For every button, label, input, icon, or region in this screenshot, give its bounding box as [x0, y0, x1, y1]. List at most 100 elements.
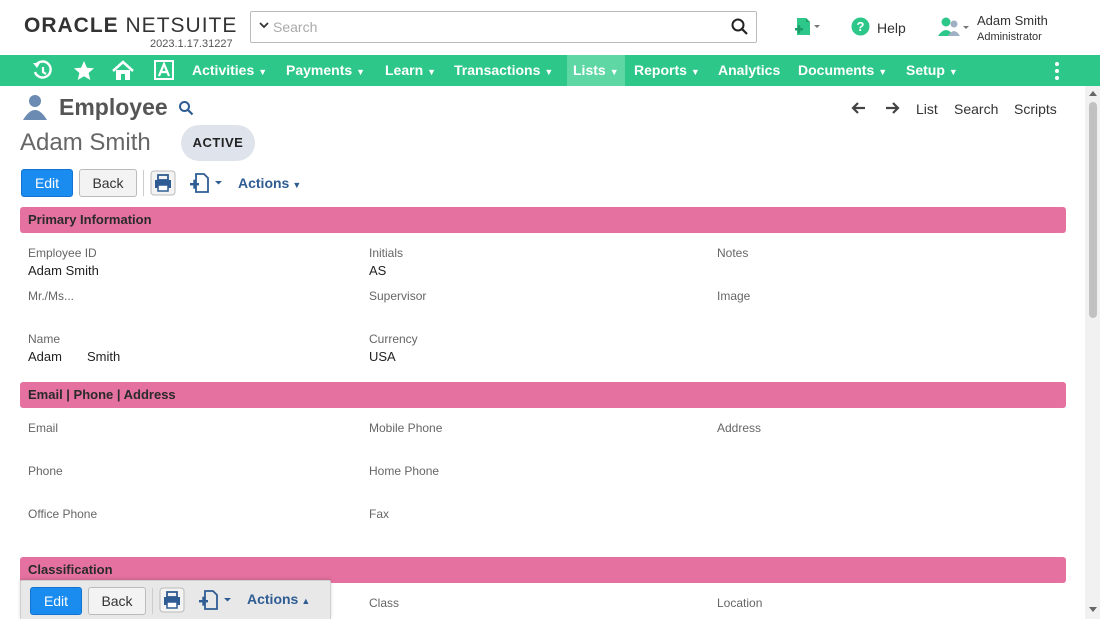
netsuite-employee-page: ORACLE NETSUITE 2023.1.17.31227 Search ?… — [0, 0, 1100, 619]
record-name: Adam Smith — [20, 129, 151, 156]
version-label: 2023.1.17.31227 — [150, 38, 233, 50]
section-primary-information[interactable]: Primary Information — [20, 207, 1066, 233]
office-phone-label: Office Phone — [28, 507, 98, 521]
logo-netsuite-text: NETSUITE — [125, 14, 238, 37]
nav-transactions[interactable]: Transactions ▼ — [454, 55, 553, 86]
nav-payments[interactable]: Payments ▼ — [286, 55, 365, 86]
user-name[interactable]: Adam Smith — [977, 13, 1048, 28]
page-scrollbar[interactable] — [1085, 86, 1100, 619]
scrollbar-thumb[interactable] — [1089, 102, 1097, 318]
currency-label: Currency — [369, 332, 418, 346]
search-input[interactable] — [273, 16, 713, 38]
help-link[interactable]: Help — [877, 20, 906, 36]
chevron-down-icon: ▼ — [258, 67, 268, 77]
floating-new-document-dropdown-icon[interactable] — [198, 589, 234, 616]
help-icon[interactable]: ? — [851, 17, 870, 41]
edit-button[interactable]: Edit — [21, 169, 73, 197]
back-button[interactable]: Back — [79, 169, 137, 197]
nav-reports[interactable]: Reports ▼ — [634, 55, 700, 86]
global-search — [250, 11, 757, 43]
home-icon[interactable] — [111, 59, 135, 83]
top-header: ORACLE NETSUITE 2023.1.17.31227 Search ?… — [0, 0, 1100, 55]
floating-edit-button[interactable]: Edit — [30, 587, 82, 615]
image-label: Image — [717, 289, 751, 303]
more-options-icon[interactable] — [1052, 61, 1062, 81]
nav-setup[interactable]: Setup ▼ — [906, 55, 958, 86]
nav-lists-label: Lists — [573, 62, 606, 78]
nav-activities-label: Activities — [192, 62, 255, 78]
toolbar-divider — [143, 170, 144, 196]
mobile-phone-label: Mobile Phone — [369, 421, 443, 435]
employee-id-label: Employee ID — [28, 246, 97, 260]
phone-label: Phone — [28, 464, 63, 478]
nav-reports-label: Reports — [634, 62, 687, 78]
employee-icon — [22, 94, 48, 125]
user-role[interactable]: Administrator — [977, 31, 1042, 43]
scripts-link[interactable]: Scripts — [1014, 101, 1057, 117]
scroll-up-arrow-icon[interactable] — [1089, 91, 1097, 96]
nav-learn[interactable]: Learn ▼ — [385, 55, 436, 86]
name-label: Name — [28, 332, 61, 346]
print-icon[interactable] — [150, 170, 176, 201]
actions-menu[interactable]: Actions ▼ — [238, 175, 301, 191]
search-scope-chevron-icon[interactable] — [259, 19, 269, 33]
location-label: Location — [717, 596, 763, 610]
employee-id-value: Adam Smith — [28, 263, 99, 278]
scroll-down-arrow-icon[interactable] — [1089, 607, 1097, 612]
floating-actions-label: Actions — [247, 591, 299, 607]
chevron-up-icon: ▲ — [301, 596, 311, 606]
search-icon[interactable] — [178, 100, 194, 121]
nav-learn-label: Learn — [385, 62, 424, 78]
actions-label: Actions — [238, 175, 290, 191]
last-name-value: Smith — [87, 349, 121, 364]
nav-analytics-label: Analytics — [718, 62, 781, 78]
create-new-icon[interactable] — [794, 16, 820, 43]
previous-record-arrow-icon[interactable] — [851, 100, 867, 121]
chevron-down-icon: ▼ — [356, 67, 366, 77]
chevron-down-icon: ▼ — [292, 180, 302, 190]
next-record-arrow-icon[interactable] — [884, 100, 900, 121]
chevron-down-icon: ▼ — [690, 67, 700, 77]
chevron-down-icon: ▼ — [948, 67, 958, 77]
star-icon[interactable] — [72, 59, 96, 83]
main-navigation: Activities ▼ Payments ▼ Learn ▼ Transaction… — [0, 55, 1100, 86]
floating-back-button[interactable]: Back — [88, 587, 146, 615]
new-document-dropdown-icon[interactable] — [189, 172, 225, 199]
nav-documents-label: Documents — [798, 62, 875, 78]
chevron-down-icon: ▼ — [544, 67, 554, 77]
logo-oracle-text: ORACLE — [24, 14, 119, 37]
nav-transactions-label: Transactions — [454, 62, 541, 78]
supervisor-label: Supervisor — [369, 289, 427, 303]
fax-label: Fax — [369, 507, 390, 521]
class-label: Class — [369, 596, 400, 610]
page-title: Employee — [59, 94, 168, 120]
status-badge: ACTIVE — [181, 125, 255, 161]
chevron-down-icon: ▼ — [609, 67, 619, 77]
nav-analytics[interactable]: Analytics — [718, 55, 780, 86]
nav-lists[interactable]: Lists ▼ — [567, 55, 625, 86]
floating-print-icon[interactable] — [159, 587, 185, 618]
floating-actions-menu[interactable]: Actions ▲ — [247, 591, 310, 607]
initials-value: AS — [369, 263, 387, 278]
search-link[interactable]: Search — [954, 101, 998, 117]
user-roles-icon[interactable] — [937, 16, 971, 43]
nav-activities[interactable]: Activities ▼ — [192, 55, 267, 86]
search-icon[interactable] — [730, 17, 750, 37]
section-email-phone-address[interactable]: Email | Phone | Address — [20, 382, 1066, 408]
oracle-netsuite-logo[interactable]: ORACLE NETSUITE — [24, 14, 237, 38]
list-link[interactable]: List — [916, 101, 938, 117]
chevron-down-icon: ▼ — [878, 67, 888, 77]
nav-payments-label: Payments — [286, 62, 353, 78]
toolbar-divider — [152, 588, 153, 614]
address-label: Address — [717, 421, 762, 435]
chevron-down-icon: ▼ — [427, 67, 437, 77]
notes-label: Notes — [717, 246, 749, 260]
floating-toolbar: Edit Back Actions ▲ — [20, 580, 331, 619]
email-label: Email — [28, 421, 59, 435]
recent-records-icon[interactable] — [31, 59, 55, 83]
first-name-value: Adam — [28, 349, 62, 364]
activities-app-icon[interactable] — [153, 59, 177, 83]
initials-label: Initials — [369, 246, 404, 260]
nav-documents[interactable]: Documents ▼ — [798, 55, 887, 86]
currency-value: USA — [369, 349, 396, 364]
